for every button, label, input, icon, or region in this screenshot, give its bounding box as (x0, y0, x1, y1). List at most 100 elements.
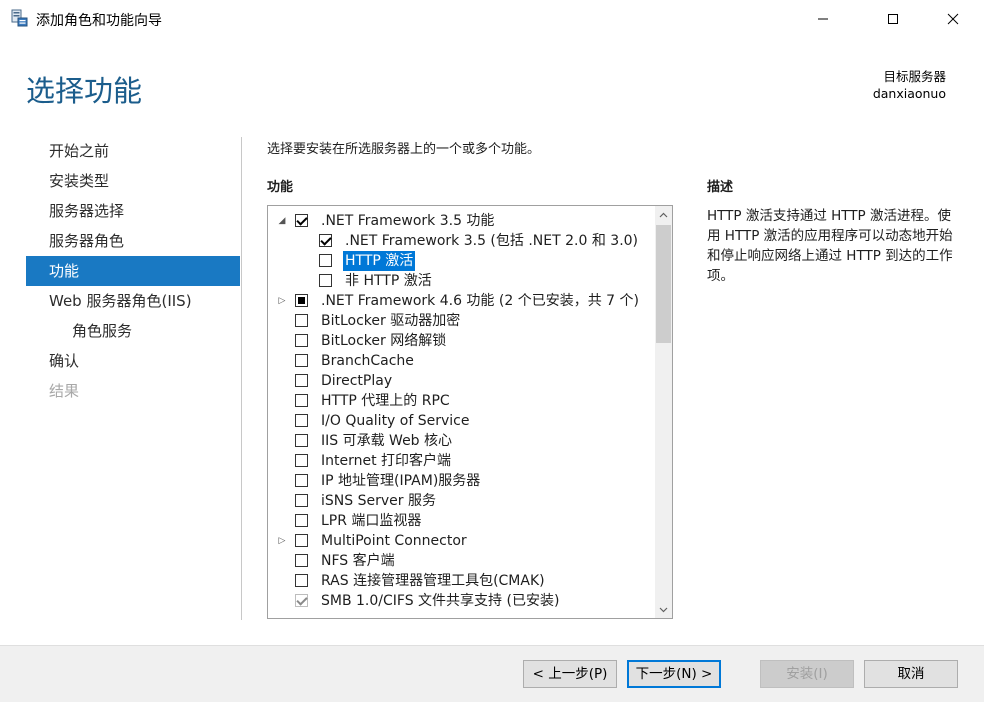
feature-row[interactable]: ▷ .NET Framework 4.6 功能 (2 个已安装，共 7 个) (268, 291, 648, 311)
feature-row[interactable]: NFS 客户端 (268, 551, 648, 571)
feature-label[interactable]: BranchCache (321, 351, 414, 371)
feature-label[interactable]: NFS 客户端 (321, 551, 395, 571)
previous-button[interactable]: < 上一步(P) (523, 660, 617, 688)
chevron-down-icon (659, 607, 668, 612)
feature-row[interactable]: DirectPlay (268, 371, 648, 391)
nav-item-web-server-role[interactable]: Web 服务器角色(IIS) (26, 286, 240, 316)
next-button[interactable]: 下一步(N) > (627, 660, 721, 688)
nav-divider (241, 137, 242, 620)
nav-item-installation-type[interactable]: 安装类型 (26, 166, 240, 196)
features-tree[interactable]: SMB 1.0/CIFS 文件共享支持 (已安装) RAS 连接管理器管理工具包(… (267, 205, 673, 619)
nav-item-before-you-begin[interactable]: 开始之前 (26, 136, 240, 166)
intro-text: 选择要安装在所选服务器上的一个或多个功能。 (267, 142, 541, 157)
description-text: HTTP 激活支持通过 HTTP 激活进程。使用 HTTP 激活的应用程序可以动… (707, 208, 953, 284)
feature-row[interactable]: HTTP 代理上的 RPC (268, 391, 648, 411)
feature-checkbox[interactable] (295, 534, 308, 547)
nav-item-role-services[interactable]: 角色服务 (26, 316, 240, 346)
feature-label[interactable]: DirectPlay (321, 371, 392, 391)
feature-row[interactable]: RAS 连接管理器管理工具包(CMAK) (268, 571, 648, 591)
feature-checkbox[interactable] (295, 454, 308, 467)
nav-item-server-roles[interactable]: 服务器角色 (26, 226, 240, 256)
target-server-name: danxiaonuo (872, 86, 946, 101)
feature-checkbox[interactable] (295, 574, 308, 587)
feature-label[interactable]: MultiPoint Connector (321, 531, 467, 551)
title-bar: 添加角色和功能向导 (0, 0, 984, 37)
feature-checkbox[interactable] (295, 474, 308, 487)
feature-label[interactable]: IP 地址管理(IPAM)服务器 (321, 471, 480, 491)
nav-item-features[interactable]: 功能 (26, 256, 240, 286)
feature-label[interactable]: LPR 端口监视器 (321, 511, 421, 531)
nav-item-server-selection[interactable]: 服务器选择 (26, 196, 240, 226)
close-icon (947, 13, 959, 24)
feature-row[interactable]: ◢ .NET Framework 3.5 功能 (268, 211, 648, 231)
feature-checkbox[interactable] (295, 434, 308, 447)
scroll-up-button[interactable] (655, 206, 672, 223)
feature-label[interactable]: BitLocker 网络解锁 (321, 331, 446, 351)
feature-label[interactable]: .NET Framework 3.5 (包括 .NET 2.0 和 3.0) (345, 231, 638, 251)
feature-row[interactable]: LPR 端口监视器 (268, 511, 648, 531)
tree-scrollbar[interactable] (655, 206, 672, 618)
collapsed-arrow-icon[interactable]: ▷ (276, 291, 288, 311)
feature-label[interactable]: SMB 1.0/CIFS 文件共享支持 (已安装) (321, 591, 559, 611)
feature-checkbox[interactable] (295, 554, 308, 567)
description-header: 描述 (707, 180, 734, 195)
close-button[interactable] (930, 0, 976, 37)
server-manager-icon (10, 9, 28, 27)
feature-checkbox[interactable] (319, 254, 332, 267)
feature-label[interactable]: .NET Framework 4.6 功能 (2 个已安装，共 7 个) (321, 291, 639, 311)
feature-label[interactable]: BitLocker 驱动器加密 (321, 311, 460, 331)
feature-row[interactable]: I/O Quality of Service (268, 411, 648, 431)
feature-row[interactable]: BitLocker 驱动器加密 (268, 311, 648, 331)
nav-item-results: 结果 (49, 382, 80, 400)
feature-checkbox[interactable] (295, 294, 308, 307)
page-title: 选择功能 (26, 74, 143, 108)
minimize-icon (818, 18, 828, 19)
feature-row[interactable]: ▷ MultiPoint Connector (268, 531, 648, 551)
feature-row[interactable]: IP 地址管理(IPAM)服务器 (268, 471, 648, 491)
feature-checkbox[interactable] (295, 214, 308, 227)
feature-checkbox (295, 594, 308, 607)
feature-row[interactable]: Internet 打印客户端 (268, 451, 648, 471)
feature-label[interactable]: Internet 打印客户端 (321, 451, 451, 471)
install-button: 安装(I) (760, 660, 854, 688)
feature-label[interactable]: HTTP 激活 (343, 251, 416, 271)
feature-checkbox[interactable] (295, 394, 308, 407)
scroll-down-button[interactable] (655, 601, 672, 618)
feature-label[interactable]: .NET Framework 3.5 功能 (321, 211, 494, 231)
feature-checkbox[interactable] (319, 234, 332, 247)
cancel-button[interactable]: 取消 (864, 660, 958, 688)
wizard-nav: 开始之前 安装类型 服务器选择 服务器角色 功能 Web 服务器角色(IIS) … (26, 136, 240, 406)
scroll-thumb[interactable] (656, 225, 671, 343)
feature-checkbox[interactable] (319, 274, 332, 287)
feature-checkbox[interactable] (295, 494, 308, 507)
collapsed-arrow-icon[interactable]: ▷ (276, 531, 288, 551)
feature-label[interactable]: I/O Quality of Service (321, 411, 469, 431)
feature-row[interactable]: iSNS Server 服务 (268, 491, 648, 511)
feature-checkbox[interactable] (295, 354, 308, 367)
feature-label[interactable]: 非 HTTP 激活 (345, 271, 432, 291)
feature-row[interactable]: IIS 可承载 Web 核心 (268, 431, 648, 451)
feature-checkbox[interactable] (295, 374, 308, 387)
minimize-button[interactable] (800, 0, 846, 37)
feature-checkbox[interactable] (295, 414, 308, 427)
feature-label[interactable]: iSNS Server 服务 (321, 491, 436, 511)
feature-checkbox[interactable] (295, 314, 308, 327)
feature-label[interactable]: IIS 可承载 Web 核心 (321, 431, 452, 451)
nav-item-confirmation[interactable]: 确认 (26, 346, 240, 376)
feature-row[interactable]: HTTP 激活 (268, 251, 648, 271)
feature-label[interactable]: HTTP 代理上的 RPC (321, 391, 450, 411)
feature-row[interactable]: 非 HTTP 激活 (268, 271, 648, 291)
features-header: 功能 (267, 180, 294, 195)
feature-checkbox[interactable] (295, 334, 308, 347)
feature-row[interactable]: .NET Framework 3.5 (包括 .NET 2.0 和 3.0) (268, 231, 648, 251)
feature-row[interactable]: SMB 1.0/CIFS 文件共享支持 (已安装) (268, 591, 648, 611)
feature-row[interactable]: BitLocker 网络解锁 (268, 331, 648, 351)
maximize-button[interactable] (870, 0, 916, 37)
feature-checkbox[interactable] (295, 514, 308, 527)
feature-row[interactable]: BranchCache (268, 351, 648, 371)
window-title: 添加角色和功能向导 (36, 13, 162, 29)
maximize-icon (888, 13, 898, 24)
feature-label[interactable]: RAS 连接管理器管理工具包(CMAK) (321, 571, 545, 591)
expanded-arrow-icon[interactable]: ◢ (276, 211, 288, 231)
wizard-footer: < 上一步(P) 下一步(N) > 安装(I) 取消 (0, 645, 984, 702)
